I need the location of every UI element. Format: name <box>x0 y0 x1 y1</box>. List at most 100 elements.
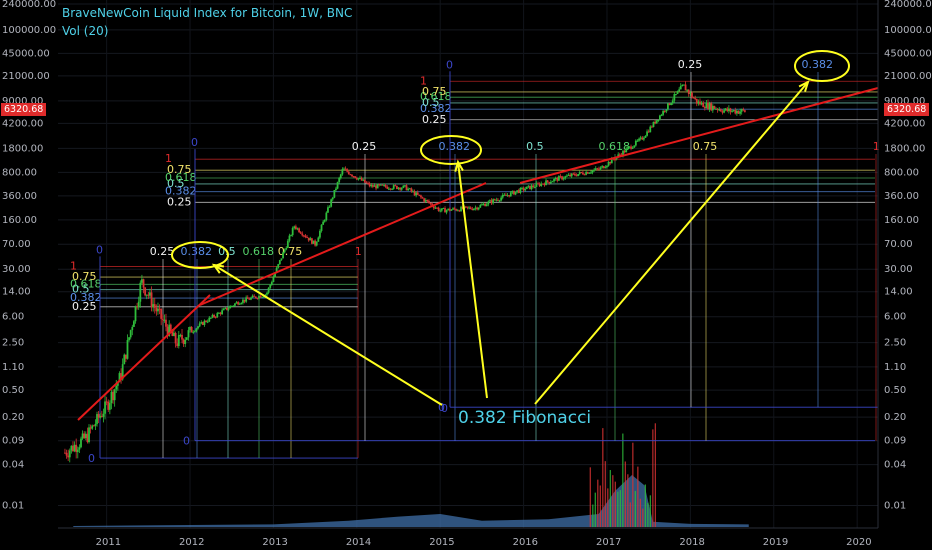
candle-body <box>662 110 665 115</box>
candle-body <box>142 279 145 288</box>
candle-body <box>245 297 248 302</box>
candle-body <box>149 292 151 296</box>
y-tick-label-right: 100000.00 <box>884 25 932 36</box>
annotation-arrow <box>534 81 809 405</box>
candle-body <box>577 173 580 177</box>
candle-body <box>707 102 709 110</box>
candle-body <box>182 339 185 344</box>
candle-body <box>660 114 663 116</box>
candle-body <box>545 180 547 186</box>
candle-body <box>319 230 321 238</box>
candle-body <box>519 188 522 193</box>
candle-body <box>734 110 737 114</box>
candle-body <box>466 206 469 208</box>
candle-body <box>349 174 352 176</box>
x-tick-label: 2017 <box>596 537 621 548</box>
candle-body <box>565 175 568 177</box>
candle-body <box>195 328 198 332</box>
candle-body <box>315 241 318 246</box>
candle-body <box>197 326 199 329</box>
candle-body <box>472 208 475 211</box>
candle-body <box>75 444 78 453</box>
axes: 240000.00 240000.00 100000.00 100000.00 4500… <box>2 0 932 548</box>
candle-body <box>739 111 741 114</box>
candle-body <box>229 306 232 309</box>
candle-body <box>65 452 68 456</box>
candle-body <box>184 339 187 344</box>
candle-body <box>495 199 498 201</box>
candle-body <box>335 188 337 191</box>
candle-body <box>703 107 706 109</box>
candle-body <box>76 449 79 453</box>
candle-body <box>448 208 451 211</box>
candle-body <box>668 103 671 105</box>
candle-body <box>302 235 305 237</box>
candle-body <box>283 249 286 253</box>
candle-body <box>631 147 634 149</box>
candle-body <box>97 414 100 418</box>
candle-body <box>623 150 626 153</box>
candle-body <box>355 178 358 180</box>
candle-body <box>238 303 241 305</box>
candle-body <box>256 298 259 300</box>
candle-body <box>522 187 525 191</box>
candle-body <box>376 184 379 189</box>
candle-body <box>110 391 113 404</box>
candle-body <box>541 183 544 185</box>
candle-body <box>185 337 188 340</box>
candle-body <box>505 194 507 196</box>
y-tick-label-right: 1.10 <box>884 362 906 373</box>
x-tick-label: 2018 <box>679 537 704 548</box>
volume-indicator-label[interactable]: Vol (20) <box>62 24 108 38</box>
candle-body <box>373 185 376 187</box>
candle-body <box>439 210 442 212</box>
candle-body <box>144 287 147 296</box>
candle-body <box>489 200 491 202</box>
candle-body <box>145 294 148 296</box>
candle-body <box>133 321 135 327</box>
candle-body <box>511 190 514 193</box>
candle-body <box>424 199 427 202</box>
candle-body <box>692 97 695 99</box>
fib-time-label: 0.25 <box>150 245 175 258</box>
candle-body <box>370 185 373 187</box>
candle-body <box>386 186 389 189</box>
candle-body <box>259 295 262 298</box>
y-tick-label-left: 0.20 <box>2 412 24 423</box>
candle-body <box>464 206 467 208</box>
candle-body <box>92 425 95 427</box>
candle-body <box>272 277 275 283</box>
candle-body <box>517 190 520 193</box>
candle-body <box>78 447 81 450</box>
candle-body <box>683 84 685 86</box>
fib-level-label: 1 <box>70 259 77 272</box>
candle-body <box>654 121 656 124</box>
candle-body <box>647 131 650 133</box>
candle-body <box>205 320 207 322</box>
candle-body <box>359 177 361 179</box>
candle-body <box>102 413 105 417</box>
candle-body <box>91 425 94 429</box>
candle-body <box>718 109 721 111</box>
candle-body <box>590 172 592 174</box>
x-tick-label: 2014 <box>346 537 371 548</box>
fib-time-label: 1 <box>873 140 880 153</box>
candle-body <box>477 207 480 210</box>
candle-body <box>261 296 264 298</box>
candle-body <box>740 109 743 112</box>
candle-body <box>150 292 153 308</box>
candle-body <box>556 177 559 181</box>
candle-body <box>503 194 506 196</box>
candle-body <box>322 221 325 225</box>
candle-body <box>618 154 621 156</box>
candle-body <box>187 330 190 338</box>
y-tick-label-left: 4200.00 <box>2 118 43 129</box>
candle-body <box>413 191 416 196</box>
candle-body <box>644 135 647 138</box>
candle-body <box>357 178 360 180</box>
candle-body <box>440 208 443 211</box>
price-chart[interactable]: 00.250.3820.50.6180.7510 0.25 0.382 0.5 0.61… <box>0 0 932 550</box>
candle-body <box>593 169 596 171</box>
candle-body <box>530 185 533 190</box>
candle-body <box>497 199 499 201</box>
